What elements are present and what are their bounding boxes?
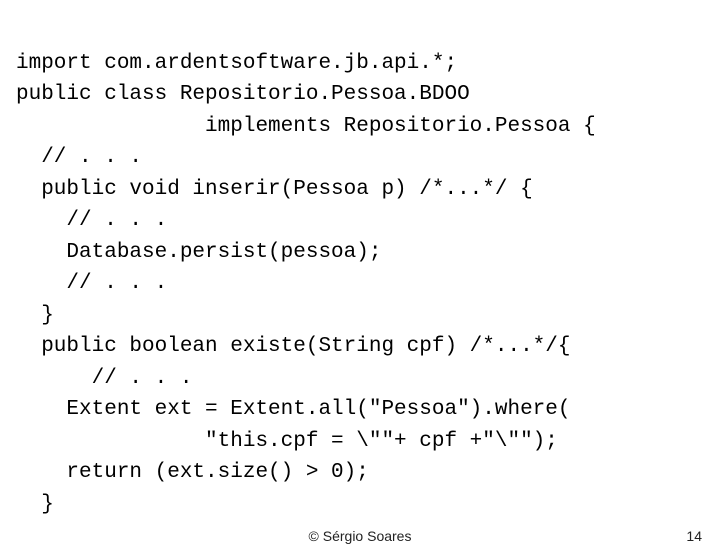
code-line: Extent ext = Extent.all("Pessoa").where( <box>16 398 571 421</box>
code-line: public void inserir(Pessoa p) /*...*/ { <box>16 178 533 201</box>
code-line: return (ext.size() > 0); <box>16 461 369 484</box>
code-line: import com.ardentsoftware.jb.api.*; <box>16 52 457 75</box>
code-line: } <box>16 493 54 516</box>
code-line: "this.cpf = \""+ cpf +"\""); <box>16 430 558 453</box>
code-line: public boolean existe(String cpf) /*...*… <box>16 335 571 358</box>
code-line: } <box>16 304 54 327</box>
code-block: import com.ardentsoftware.jb.api.*; publ… <box>0 0 720 520</box>
code-line: // . . . <box>16 209 167 232</box>
page-number: 14 <box>686 526 702 547</box>
code-line: // . . . <box>16 146 142 169</box>
code-line: // . . . <box>16 367 192 390</box>
code-line: public class Repositorio.Pessoa.BDOO <box>16 83 470 106</box>
code-line: Database.persist(pessoa); <box>16 241 381 264</box>
code-line: implements Repositorio.Pessoa { <box>16 115 596 138</box>
copyright-text: © Sérgio Soares <box>309 526 412 547</box>
code-line: // . . . <box>16 272 167 295</box>
